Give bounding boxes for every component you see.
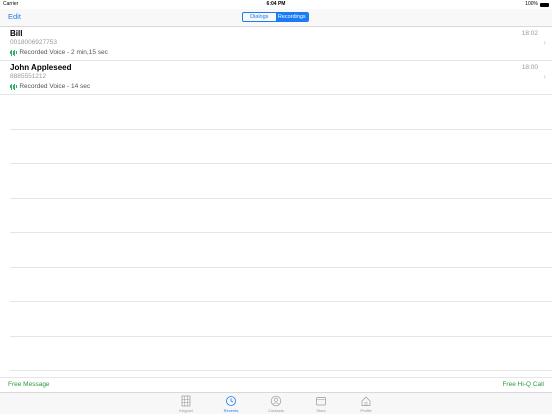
audio-wave-icon [10, 49, 17, 56]
battery-icon [540, 2, 549, 7]
tab-keypad[interactable]: Keypad [171, 395, 201, 413]
chevron-right-icon: › [543, 38, 546, 47]
empty-row [10, 164, 552, 199]
edit-button[interactable]: Edit [8, 12, 21, 21]
tab-store[interactable]: Store [306, 395, 336, 413]
keypad-icon [181, 395, 191, 407]
recording-row[interactable]: Bill 0018006927753 Recorded Voice - 2 mi… [0, 27, 552, 61]
tab-label: Recents [223, 408, 239, 413]
store-icon [316, 397, 326, 406]
contact-name: Bill [10, 29, 23, 38]
tab-label: Profile [360, 408, 372, 413]
empty-row [10, 233, 552, 268]
empty-row [10, 268, 552, 302]
tab-label: Store [316, 408, 326, 413]
action-bar: Free Message Free Hi-Q Call [0, 377, 552, 392]
recordings-list: Bill 0018006927753 Recorded Voice - 2 mi… [0, 27, 552, 371]
phone-number: 0018006927753 [10, 39, 57, 46]
empty-row [10, 199, 552, 233]
recording-time: 18:02 [521, 30, 538, 37]
segment-dialogs[interactable]: Dialogs [243, 13, 276, 21]
phone-number: 8885551212 [10, 73, 47, 80]
status-bar: Carrier 6:04 PM 100% [0, 0, 552, 9]
contact-name: John Appleseed [10, 63, 72, 72]
profile-icon [361, 396, 371, 406]
tab-label: Contacts [268, 408, 284, 413]
empty-row [10, 95, 552, 130]
battery-percent: 100% [525, 1, 538, 7]
audio-wave-icon [10, 83, 17, 90]
recording-label: Recorded Voice - 2 min,15 sec [19, 49, 108, 56]
tab-recents[interactable]: Recents [216, 395, 246, 413]
recording-time: 18:00 [521, 64, 538, 71]
empty-row [10, 337, 552, 371]
recents-icon [226, 396, 236, 406]
chevron-right-icon: › [543, 72, 546, 81]
clock: 6:04 PM [266, 1, 286, 7]
recording-label: Recorded Voice - 14 sec [19, 83, 91, 90]
recording-description: Recorded Voice - 14 sec [10, 83, 90, 90]
free-message-button[interactable]: Free Message [8, 381, 50, 388]
tab-contacts[interactable]: Contacts [261, 395, 291, 413]
segmented-control: Dialogs Recordings [242, 12, 309, 22]
battery-indicator: 100% [525, 0, 549, 9]
recording-row[interactable]: John Appleseed 8885551212 Recorded Voice… [0, 61, 552, 95]
recording-description: Recorded Voice - 2 min,15 sec [10, 49, 108, 56]
tab-profile[interactable]: Profile [351, 395, 381, 413]
navigation-bar: Edit Dialogs Recordings [0, 9, 552, 27]
empty-row [10, 302, 552, 337]
segment-recordings[interactable]: Recordings [275, 13, 308, 21]
tab-bar: Keypad Recents Contacts Store Profile [0, 392, 552, 414]
contacts-icon [270, 395, 282, 407]
free-call-button[interactable]: Free Hi-Q Call [502, 381, 544, 388]
empty-row [10, 130, 552, 164]
tab-label: Keypad [179, 408, 193, 413]
